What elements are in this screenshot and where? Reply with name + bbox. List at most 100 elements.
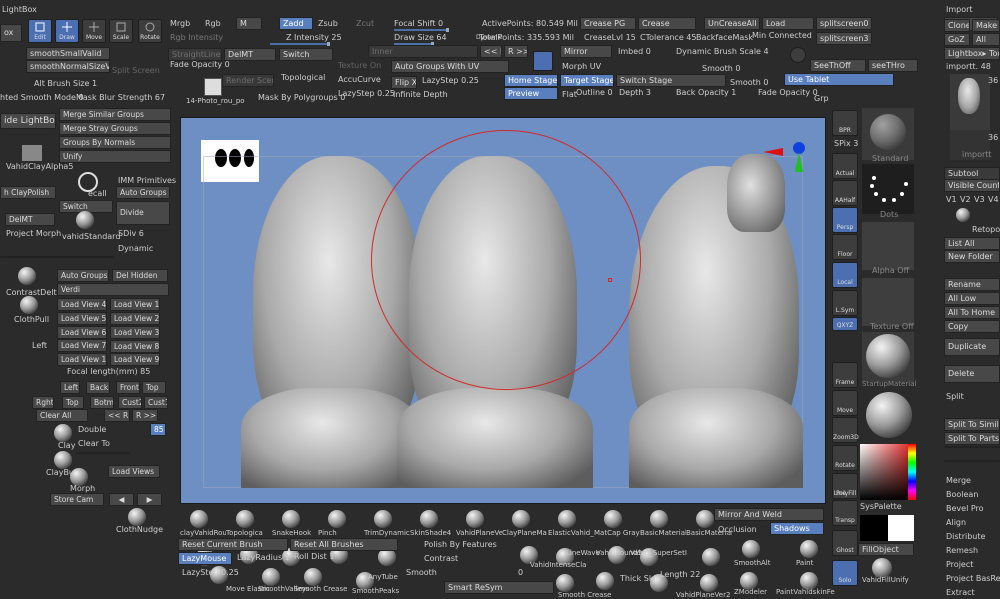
brush-smooth-normal[interactable]: smoothNormalSizeValid (26, 60, 110, 73)
zoom3d-button[interactable]: Zoom3D (832, 417, 859, 443)
crease-pg-button[interactable]: Crease PG (580, 17, 636, 30)
visible-count-slider[interactable]: Visible Count 1 (944, 179, 1000, 192)
occlusion-toggle[interactable]: Occlusion (718, 525, 757, 535)
mrgb-button[interactable]: Mrgb (170, 19, 190, 29)
brush-thumb-icon[interactable] (236, 510, 254, 528)
use-tablet-button[interactable]: Use Tablet (784, 73, 894, 86)
recall-label[interactable]: ecall (88, 189, 107, 199)
uncrease-all-button[interactable]: UnCreaseAll (704, 17, 760, 30)
r-left-button[interactable]: << R (480, 45, 502, 58)
project-section[interactable]: Project (946, 560, 973, 570)
brush-thumb-icon[interactable] (696, 510, 714, 528)
make-polymesh-button[interactable]: Make PolyMesh3D (972, 19, 1000, 32)
load-views-button[interactable]: Load Views (108, 465, 160, 478)
switch-stage-button[interactable]: Switch Stage (616, 74, 726, 87)
mirror-button[interactable]: Mirror (560, 45, 612, 58)
brush-thumb-icon[interactable] (650, 510, 668, 528)
cloth-nudge-brush-icon[interactable] (128, 508, 146, 526)
double-toggle[interactable]: Double (78, 425, 106, 435)
bpr-button[interactable]: BPR (832, 110, 858, 136)
yin-yang-icon[interactable] (790, 47, 806, 63)
copy-button[interactable]: Copy (944, 320, 1000, 333)
value-85[interactable]: 85 (150, 423, 166, 436)
brush-thumb-icon[interactable] (374, 510, 392, 528)
load-view-3[interactable]: Load View 3 (110, 326, 160, 339)
rotate-view-button[interactable]: Rotate (832, 445, 858, 471)
verdi-button[interactable]: Verdi (57, 283, 169, 296)
clay-buildup-brush-icon[interactable] (54, 451, 72, 469)
store-cam-button[interactable]: Store Cam (50, 493, 104, 506)
r-right-button[interactable]: R >> (504, 45, 528, 58)
dynamic-toggle-left[interactable]: Dynamic (118, 244, 153, 254)
cust1-button[interactable]: Cust1 (144, 396, 168, 409)
splitscreen0-button[interactable]: splitscreen0 (816, 17, 872, 30)
main-color-swatch[interactable] (860, 515, 888, 541)
view-top2-button[interactable]: Top (62, 396, 84, 409)
view-left-button[interactable]: Left (60, 381, 80, 394)
view-right-button[interactable]: Rght (32, 396, 54, 409)
lazyradius-slider[interactable]: LazyRadius 1 (237, 553, 290, 563)
photo-thumbnail[interactable] (204, 78, 222, 96)
clay-brush-icon[interactable] (54, 424, 72, 442)
delete-button[interactable]: Delete (944, 365, 1000, 383)
cam-r-left-button[interactable]: << R (104, 409, 130, 422)
texture-on-toggle[interactable]: Texture On (338, 61, 381, 71)
zadd-button[interactable]: Zadd (279, 17, 313, 30)
load-view-5[interactable]: Load View 5 (57, 312, 107, 325)
brush-thumb-icon[interactable] (328, 510, 346, 528)
retopo-subtool-icon[interactable] (956, 208, 970, 222)
split-header[interactable]: Split (946, 392, 964, 402)
seethro-button[interactable]: seeTHro (868, 59, 918, 72)
length-slider[interactable]: Length 22 (660, 570, 700, 580)
clear-to-button[interactable]: Clear To (78, 439, 110, 449)
new-folder-button[interactable]: New Folder (944, 250, 1000, 263)
scale-button[interactable]: Scale (109, 19, 133, 43)
backface-mask-toggle[interactable]: BackfaceMask (696, 33, 753, 43)
ghost-button[interactable]: Ghost (832, 530, 858, 556)
all-low-button[interactable]: All Low (944, 292, 1000, 305)
focal-shift-bar[interactable] (394, 28, 449, 32)
sdiv-slider[interactable]: SDiv 6 (118, 229, 144, 239)
floor-button[interactable]: Floor (832, 234, 858, 260)
splitscreen3-button[interactable]: splitscreen3 (816, 32, 872, 45)
brush-thumb-icon[interactable] (420, 510, 438, 528)
alpha-thumb[interactable] (862, 222, 914, 270)
lazystep-slider[interactable]: LazyStep 0.25 (422, 76, 479, 86)
clay-polish-button[interactable]: h ClayPolish (0, 186, 56, 199)
brush-thumb-icon[interactable] (596, 572, 614, 590)
align-section[interactable]: Align (946, 518, 966, 528)
delmt-button[interactable]: DelMT (224, 48, 276, 61)
hide-lightbox-button[interactable]: ide LightBox (0, 113, 56, 129)
crease-level-slider[interactable]: CreaseLvl 15 (584, 33, 636, 43)
depth-slider[interactable]: Depth 3 (619, 88, 651, 98)
accucurve-toggle[interactable]: AccuCurve (338, 75, 381, 85)
actual-button[interactable]: Actual (832, 153, 858, 179)
brush-smooth-small[interactable]: smoothSmallValid (26, 47, 110, 60)
load-button[interactable]: Load (762, 17, 814, 30)
outline-slider[interactable]: Outline 0 (576, 88, 613, 98)
secondary-color-swatch[interactable] (888, 515, 914, 541)
auto-groups-button[interactable]: Auto Groups (116, 186, 170, 199)
move-button[interactable]: Move (82, 19, 106, 43)
unify-button[interactable]: Unify (59, 150, 171, 163)
ctolerance-slider[interactable]: CTolerance 45 (640, 33, 696, 43)
split-screen-button[interactable]: Split Screen (112, 66, 160, 76)
list-all-button[interactable]: List All (944, 237, 1000, 250)
smooth-slider[interactable]: Smooth 0 (702, 64, 741, 74)
contrast-delta-brush-icon[interactable] (18, 267, 36, 285)
cloth-pull-brush-icon[interactable] (20, 296, 38, 314)
alt-smooth-mode-slider[interactable]: hted Smooth Mode 0 (0, 93, 84, 103)
view-bottom-button[interactable]: Botm (90, 396, 114, 409)
importt-slider[interactable]: importt. 48 (946, 62, 991, 72)
load-view-9[interactable]: Load View 9 (110, 353, 160, 366)
edit-small-icon[interactable] (533, 51, 553, 71)
rgb-intensity-slider[interactable]: Rgb Intensity (170, 33, 223, 43)
merge-section[interactable]: Merge (946, 476, 971, 486)
seethoff-button[interactable]: SeeThOff (810, 59, 866, 72)
reset-current-brush-button[interactable]: Reset Current Brush (178, 538, 288, 551)
mask-polygroups-slider[interactable]: Mask By Polygroups 0 (258, 93, 345, 103)
load-view-1[interactable]: Load View 1 (110, 298, 160, 311)
distribute-section[interactable]: Distribute (946, 532, 985, 542)
smart-resym-button[interactable]: Smart ReSym (444, 581, 554, 594)
menu-lightbox[interactable]: LightBox (2, 5, 37, 15)
